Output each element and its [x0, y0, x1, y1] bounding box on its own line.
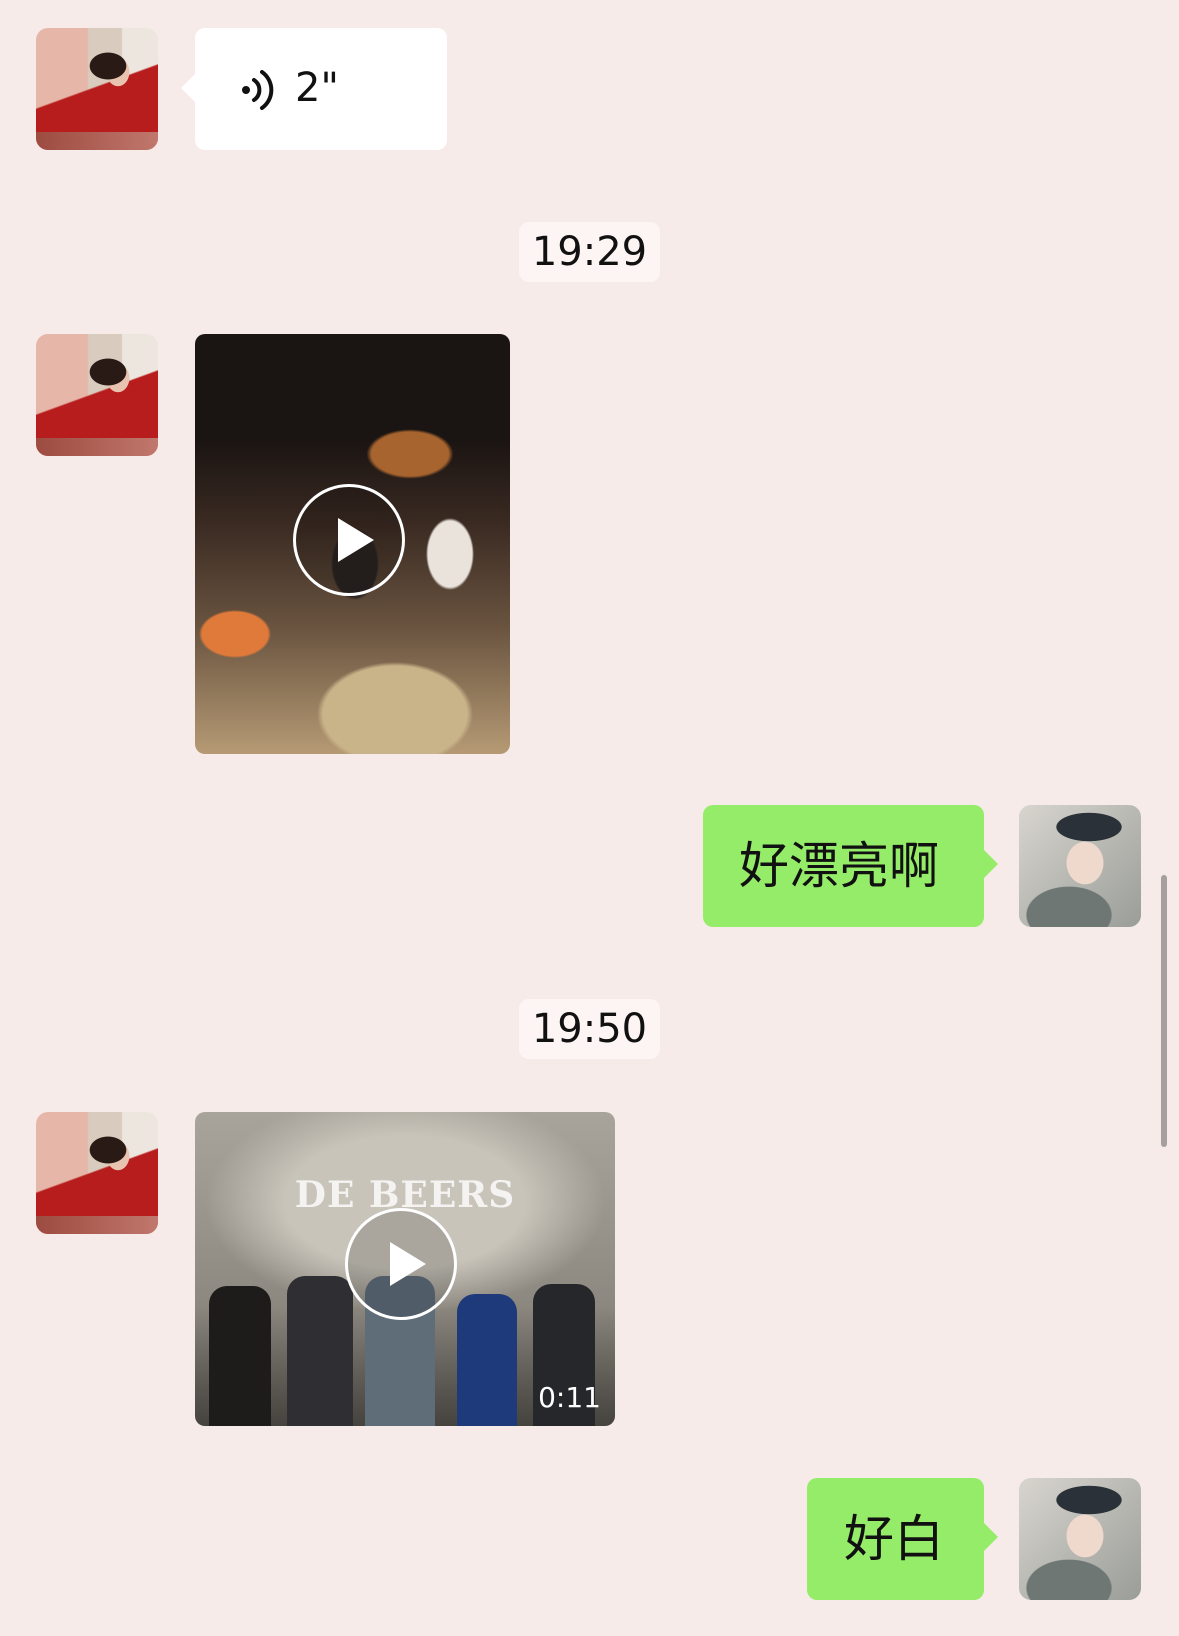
- message-text: 好白: [844, 1510, 944, 1568]
- video-duration: 0:11: [538, 1381, 601, 1414]
- play-icon[interactable]: [293, 484, 405, 596]
- scrollbar[interactable]: [1161, 875, 1167, 1147]
- video-figure: [287, 1276, 353, 1426]
- my-avatar[interactable]: [1019, 1478, 1141, 1600]
- message-text: 好漂亮啊: [739, 837, 939, 895]
- contact-avatar[interactable]: [36, 334, 158, 456]
- video-message-thumbnail[interactable]: DE BEERS 0:11: [195, 1112, 615, 1426]
- voice-wave-icon: [242, 70, 274, 110]
- video-figure: [457, 1294, 517, 1426]
- timestamp: 19:50: [519, 999, 660, 1059]
- contact-avatar[interactable]: [36, 1112, 158, 1234]
- my-avatar[interactable]: [1019, 805, 1141, 927]
- voice-duration: 2": [295, 65, 339, 111]
- video-message-thumbnail[interactable]: [195, 334, 510, 754]
- timestamp: 19:29: [519, 222, 660, 282]
- video-figure: [209, 1286, 271, 1426]
- voice-message-bubble[interactable]: 2": [181, 28, 447, 150]
- outgoing-message-bubble[interactable]: 好漂亮啊: [703, 805, 998, 927]
- play-icon[interactable]: [345, 1208, 457, 1320]
- contact-avatar[interactable]: [36, 28, 158, 150]
- outgoing-message-bubble[interactable]: 好白: [807, 1478, 998, 1600]
